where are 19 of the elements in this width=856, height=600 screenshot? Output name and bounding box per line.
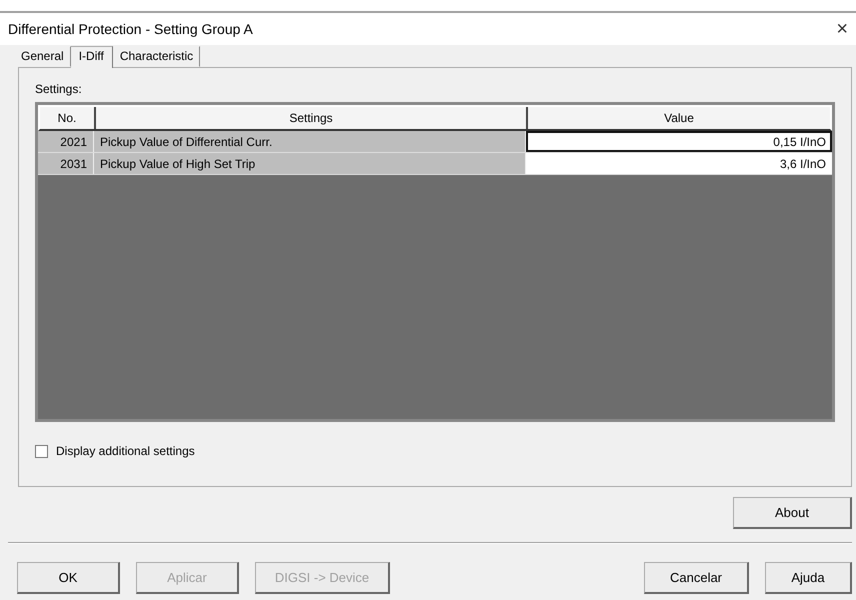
dialog-button[interactable]: Ajuda (765, 562, 852, 594)
checkbox-label: Display additional settings (56, 444, 195, 458)
column-header[interactable]: Settings (96, 107, 528, 129)
settings-label: Settings: (35, 82, 83, 96)
value-cell[interactable]: 3,6 I/InO (526, 153, 832, 174)
window-title: Differential Protection - Setting Group A (8, 21, 253, 37)
column-header[interactable]: No. (40, 107, 96, 129)
column-header[interactable]: Value (528, 107, 830, 129)
checkbox[interactable] (35, 444, 48, 458)
table-cell: 2031 (38, 153, 94, 174)
about-button[interactable]: About (733, 497, 852, 529)
table-cell: 2021 (38, 131, 94, 152)
tab[interactable]: I-Diff (70, 46, 113, 68)
table-cell: Pickup Value of High Set Trip (94, 153, 526, 174)
dialog-button[interactable]: Cancelar (644, 562, 749, 594)
close-button[interactable]: × (836, 18, 848, 40)
dialog-button[interactable]: OK (17, 562, 120, 594)
table-cell: Pickup Value of Differential Curr. (94, 131, 526, 152)
value-cell[interactable]: 0,15 I/InO (526, 131, 832, 152)
